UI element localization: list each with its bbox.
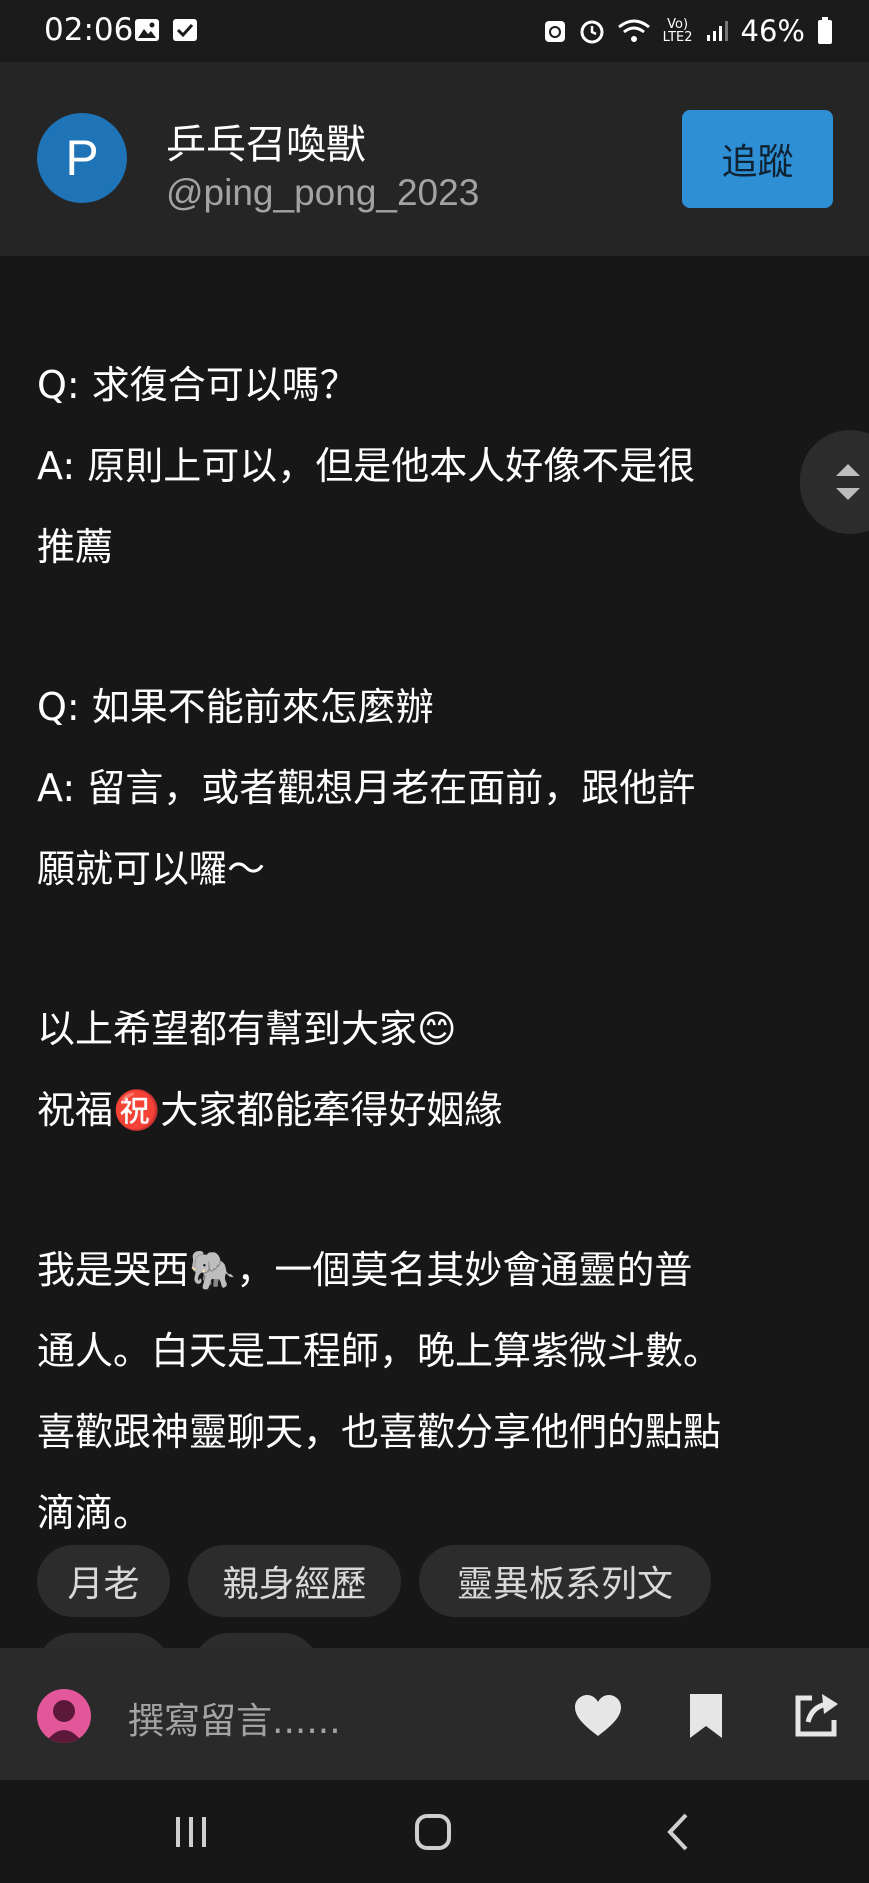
post-line: A: 原則上可以，但是他本人好像不是很	[37, 444, 696, 488]
wifi-icon	[617, 19, 650, 42]
battery-percent: 46%	[740, 14, 805, 48]
post-line: 喜歡跟神靈聊天，也喜歡分享他們的點點	[37, 1410, 722, 1454]
recent-apps-icon[interactable]	[166, 1807, 216, 1857]
post-line: 願就可以囉～	[37, 847, 266, 891]
author-avatar[interactable]: P	[37, 113, 127, 203]
post-line: 我是哭西🐘，一個莫名其妙會通靈的普	[37, 1248, 693, 1292]
tag-chip[interactable]: 親身經歷	[188, 1545, 401, 1617]
user-silhouette-icon	[45, 1700, 83, 1743]
bookmark-icon[interactable]	[680, 1690, 732, 1742]
heart-icon[interactable]	[572, 1690, 624, 1742]
back-icon[interactable]	[654, 1807, 704, 1857]
tag-chip[interactable]: 靈異板系列文	[419, 1545, 711, 1617]
gallery-icon	[135, 19, 159, 41]
status-time: 02:06	[44, 12, 134, 48]
post-line: 祝福㊗️大家都能牽得好姻緣	[37, 1088, 503, 1132]
tag-chip[interactable]: 月老	[37, 1545, 170, 1617]
post-line: Q: 如果不能前來怎麼辦	[37, 685, 434, 729]
post-body: Q: 求復合可以嗎？ A: 原則上可以，但是他本人好像不是很 推薦 Q: 如果不…	[37, 345, 837, 1554]
author-name[interactable]: 乒乓召喚獸	[166, 112, 366, 170]
signal-icon	[706, 21, 728, 41]
post-line: 推薦	[37, 525, 114, 569]
author-handle: @ping_pong_2023	[166, 172, 480, 213]
post-line: 通人。白天是工程師，晚上算紫微斗數。	[37, 1329, 722, 1373]
home-icon[interactable]	[408, 1807, 458, 1857]
recycle-icon	[544, 21, 565, 42]
my-avatar	[37, 1689, 91, 1743]
follow-button[interactable]: 追蹤	[682, 110, 833, 208]
comment-input[interactable]: 撰寫留言......	[128, 1692, 341, 1744]
share-icon[interactable]	[790, 1690, 842, 1742]
status-bar: 02:06 Vo) LTE2 46%	[0, 0, 869, 62]
network-type: Vo) LTE2	[662, 17, 693, 45]
status-right: Vo) LTE2 46%	[543, 14, 833, 48]
scroll-arrows-icon	[836, 464, 860, 500]
post-line: 以上希望都有幫到大家😊	[37, 1007, 457, 1051]
post-line: 滴滴。	[37, 1491, 152, 1535]
battery-icon	[818, 17, 832, 44]
alarm-icon	[580, 20, 604, 44]
post-line: Q: 求復合可以嗎？	[37, 363, 358, 407]
task-check-icon	[173, 19, 197, 41]
post-line: A: 留言，或者觀想月老在面前，跟他許	[37, 766, 696, 810]
